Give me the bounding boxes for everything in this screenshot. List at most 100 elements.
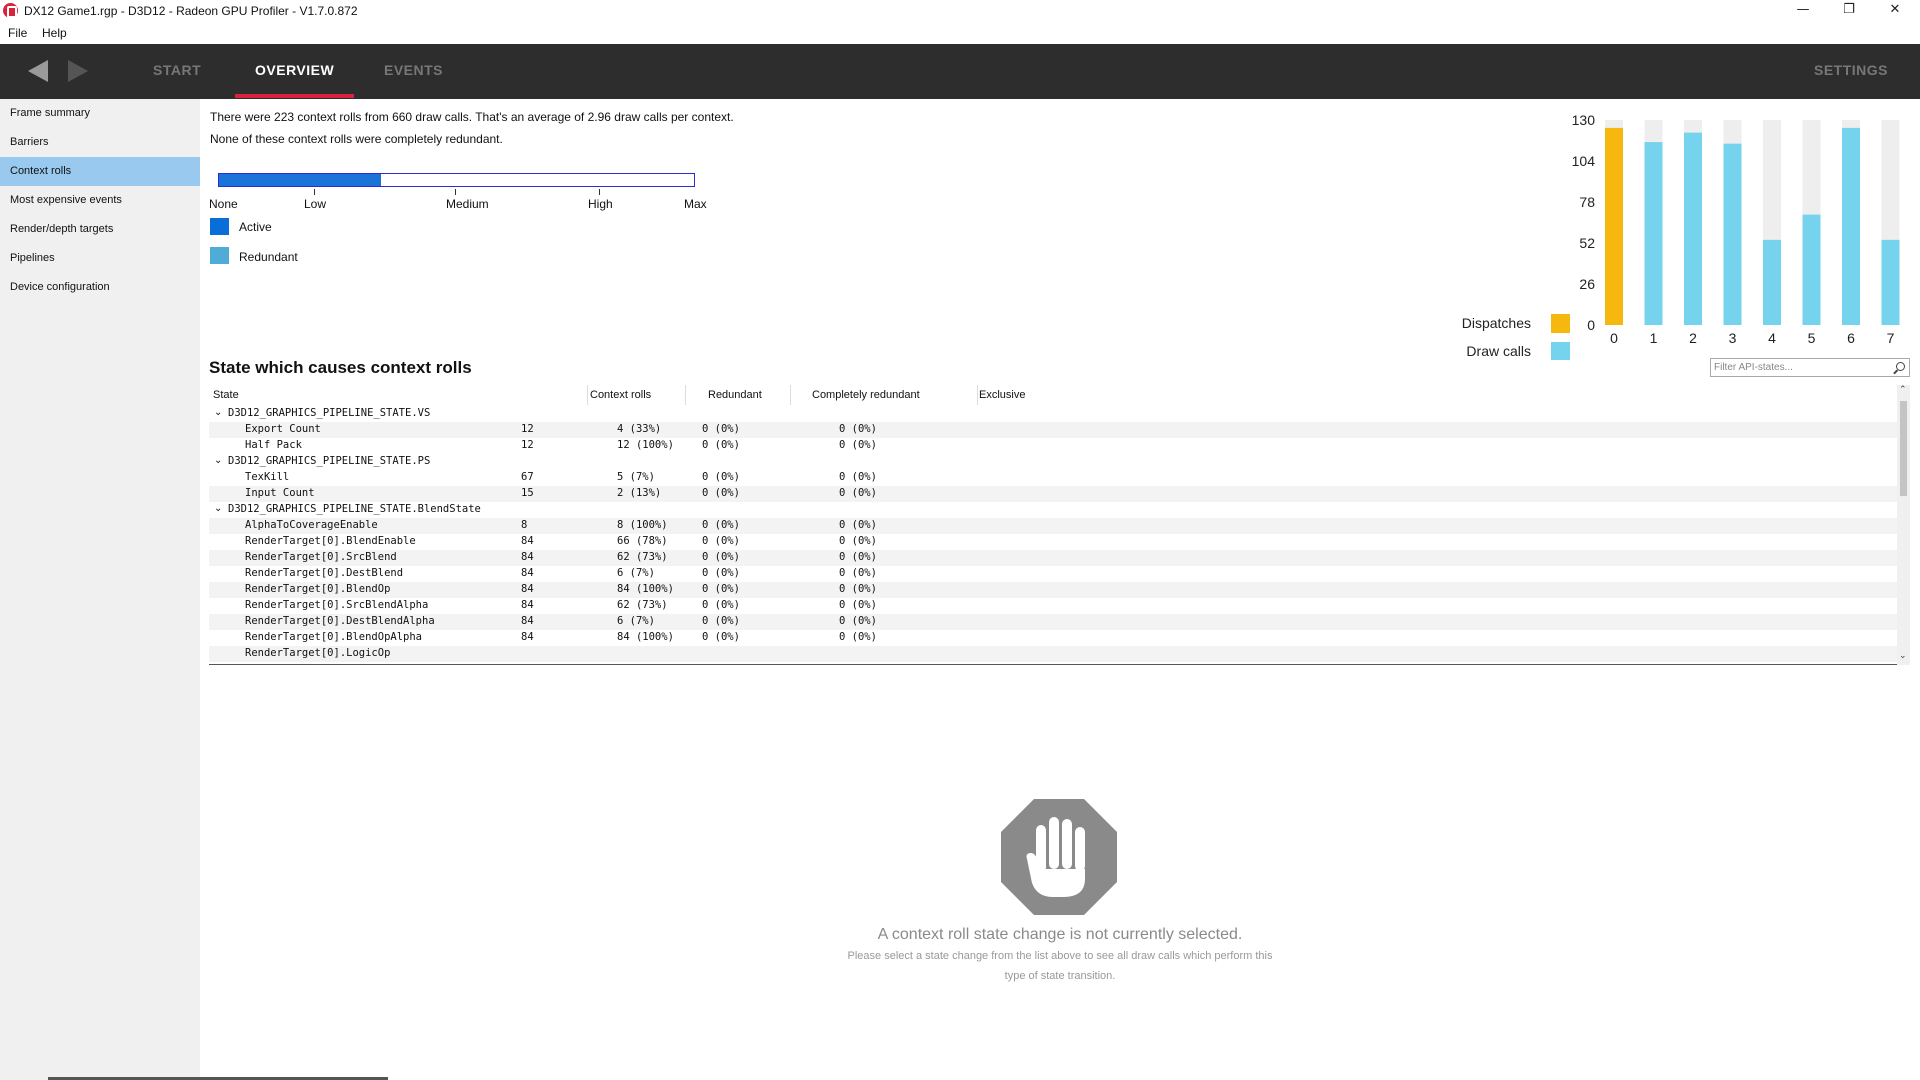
column-header-redundant[interactable]: Redundant <box>708 389 762 401</box>
chevron-down-icon[interactable]: ⌄ <box>214 503 222 514</box>
dispatch-drawcall-chart: 0 26 52 78 104 130 0 1 2 3 4 5 6 7 Dispatches Draw call… <box>1462 112 1900 360</box>
table-row[interactable]: RenderTarget[0].RenderTargetWriteMask 28 1… <box>209 662 1906 664</box>
y-tick-label: 52 <box>1579 235 1595 251</box>
table-row[interactable]: RenderTarget[0].SrcBlend 84 62 (73%) 0 (0%)… <box>209 550 1906 566</box>
forward-arrow-icon[interactable] <box>68 60 88 82</box>
chart-bar <box>1802 214 1821 325</box>
tab-start[interactable]: START <box>153 62 201 78</box>
cell-rolls: 84 <box>521 615 534 627</box>
sidebar-item-context-rolls[interactable]: Context rolls <box>0 157 200 186</box>
table-row[interactable]: RenderTarget[0].BlendOpAlpha 84 84 (100%) 0… <box>209 630 1906 646</box>
meter-tick <box>455 189 456 195</box>
menu-bar: File Help <box>0 24 1920 44</box>
sidebar-item-most-expensive-events[interactable]: Most expensive events <box>0 186 200 215</box>
table-header: State Context rolls Redundant Completely… <box>209 385 1906 406</box>
column-divider <box>587 385 588 405</box>
cell-complete: 0 (0%) <box>702 551 740 563</box>
cell-rolls: 84 <box>521 583 534 595</box>
x-tick-label: 2 <box>1689 330 1697 346</box>
table-row[interactable]: RenderTarget[0].BlendEnable 84 66 (78%) 0 (… <box>209 534 1906 550</box>
cell-exclusive: 0 (0%) <box>839 631 877 643</box>
minimize-button[interactable]: — <box>1780 0 1826 22</box>
table-row[interactable]: RenderTarget[0].DestBlendAlpha 84 6 (7%) 0 … <box>209 614 1906 630</box>
sidebar-item-render-depth-targets[interactable]: Render/depth targets <box>0 215 200 244</box>
table-row[interactable]: TexKill 67 5 (7%) 0 (0%) 0 (0%) <box>209 470 1906 486</box>
chart-bar <box>1684 132 1702 325</box>
summary-redundancy-text: None of these context rolls were complet… <box>210 132 503 146</box>
cell-name: RenderTarget[0].SrcBlend <box>245 551 397 563</box>
scroll-up-icon[interactable]: ⌃ <box>1899 385 1907 395</box>
column-header-completely-redundant[interactable]: Completely redundant <box>812 389 920 401</box>
scroll-down-icon[interactable]: ⌄ <box>1899 651 1907 661</box>
cell-complete: 0 (0%) <box>702 615 740 627</box>
x-tick-label: 5 <box>1808 330 1816 346</box>
group-name: D3D12_GRAPHICS_PIPELINE_STATE.PS <box>228 455 431 467</box>
cell-name: AlphaToCoverageEnable <box>245 519 378 531</box>
table-row[interactable]: RenderTarget[0].BlendOp 84 84 (100%) 0 (0%)… <box>209 582 1906 598</box>
table-body: ⌄ D3D12_GRAPHICS_PIPELINE_STATE.VS Export … <box>209 406 1906 664</box>
menu-file[interactable]: File <box>8 26 27 40</box>
chevron-down-icon[interactable]: ⌄ <box>214 407 222 418</box>
sidebar-item-device-configuration[interactable]: Device configuration <box>0 273 200 302</box>
cell-rolls: 15 <box>521 487 534 499</box>
sidebar-item-pipelines[interactable]: Pipelines <box>0 244 200 273</box>
sidebar-item-frame-summary[interactable]: Frame summary <box>0 99 200 128</box>
cell-exclusive: 0 (0%) <box>839 439 877 451</box>
cell-redundant: 84 (100%) <box>617 631 674 643</box>
cell-complete: 0 (0%) <box>702 663 740 664</box>
cell-name: RenderTarget[0].DestBlendAlpha <box>245 615 435 627</box>
cell-redundant: 4 (33%) <box>617 423 662 435</box>
meter-label-medium: Medium <box>446 197 489 211</box>
table-group-row[interactable]: ⌄ D3D12_GRAPHICS_PIPELINE_STATE.PS <box>209 454 1906 470</box>
scrollbar-thumb[interactable] <box>1900 401 1907 496</box>
table-row[interactable]: Half Pack 12 12 (100%) 0 (0%) 0 (0%) <box>209 438 1906 454</box>
cell-name: Half Pack <box>245 439 302 451</box>
cell-name: RenderTarget[0].BlendOp <box>245 583 391 595</box>
cell-complete: 0 (0%) <box>702 599 740 611</box>
cell-rolls: 84 <box>521 535 534 547</box>
legend-label: Draw calls <box>1466 343 1531 359</box>
chart-bar <box>1763 239 1781 325</box>
chevron-down-icon[interactable]: ⌄ <box>214 455 222 466</box>
column-header-context-rolls[interactable]: Context rolls <box>590 389 651 401</box>
menu-help[interactable]: Help <box>42 26 67 40</box>
filter-api-states-input[interactable]: Filter API-states... <box>1710 358 1910 377</box>
context-roll-meter <box>218 173 695 187</box>
table-group-row[interactable]: ⌄ D3D12_GRAPHICS_PIPELINE_STATE.VS <box>209 406 1906 422</box>
cell-rolls: 67 <box>521 471 534 483</box>
cell-name: RenderTarget[0].BlendOpAlpha <box>245 631 423 643</box>
cell-redundant: 62 (73%) <box>617 599 668 611</box>
x-tick-label: 1 <box>1650 330 1658 346</box>
restore-button[interactable]: ❐ <box>1826 0 1872 22</box>
column-header-exclusive[interactable]: Exclusive <box>979 389 1025 401</box>
cell-complete: 0 (0%) <box>702 423 740 435</box>
column-header-state[interactable]: State <box>213 389 239 401</box>
legend-swatch <box>1551 314 1570 333</box>
tab-events[interactable]: EVENTS <box>384 62 443 78</box>
cell-redundant: 6 (7%) <box>617 567 655 579</box>
cell-redundant: 13 (46%) <box>617 663 668 664</box>
cell-exclusive: 0 (0%) <box>839 615 877 627</box>
y-tick-label: 26 <box>1579 276 1595 292</box>
search-icon[interactable] <box>1896 362 1905 371</box>
cell-exclusive: 0 (0%) <box>839 663 877 664</box>
cell-name: RenderTarget[0].SrcBlendAlpha <box>245 599 429 611</box>
table-row[interactable]: RenderTarget[0].SrcBlendAlpha 84 62 (73%) 0… <box>209 598 1906 614</box>
context-roll-table: State Context rolls Redundant Completely… <box>209 385 1906 665</box>
empty-state-line2: type of state transition. <box>1004 970 1116 982</box>
table-group-row[interactable]: ⌄ D3D12_GRAPHICS_PIPELINE_STATE.BlendStat… <box>209 502 1906 518</box>
sidebar-item-barriers[interactable]: Barriers <box>0 128 200 157</box>
tab-settings[interactable]: SETTINGS <box>1814 62 1888 78</box>
table-row[interactable]: Export Count 12 4 (33%) 0 (0%) 0 (0%) <box>209 422 1906 438</box>
table-row[interactable]: Input Count 15 2 (13%) 0 (0%) 0 (0%) <box>209 486 1906 502</box>
cell-complete: 0 (0%) <box>702 439 740 451</box>
back-arrow-icon[interactable] <box>28 60 48 82</box>
table-row[interactable]: RenderTarget[0].LogicOp <box>209 646 1906 662</box>
table-row[interactable]: AlphaToCoverageEnable 8 8 (100%) 0 (0%) 0 (0… <box>209 518 1906 534</box>
tab-overview[interactable]: OVERVIEW <box>255 62 334 78</box>
cell-exclusive: 0 (0%) <box>839 423 877 435</box>
close-button[interactable]: ✕ <box>1872 0 1918 22</box>
summary-text: There were 223 context rolls from 660 dr… <box>210 110 734 124</box>
table-row[interactable]: RenderTarget[0].DestBlend 84 6 (7%) 0 (0%) 0… <box>209 566 1906 582</box>
table-scrollbar[interactable]: ⌃ ⌄ <box>1897 385 1910 665</box>
